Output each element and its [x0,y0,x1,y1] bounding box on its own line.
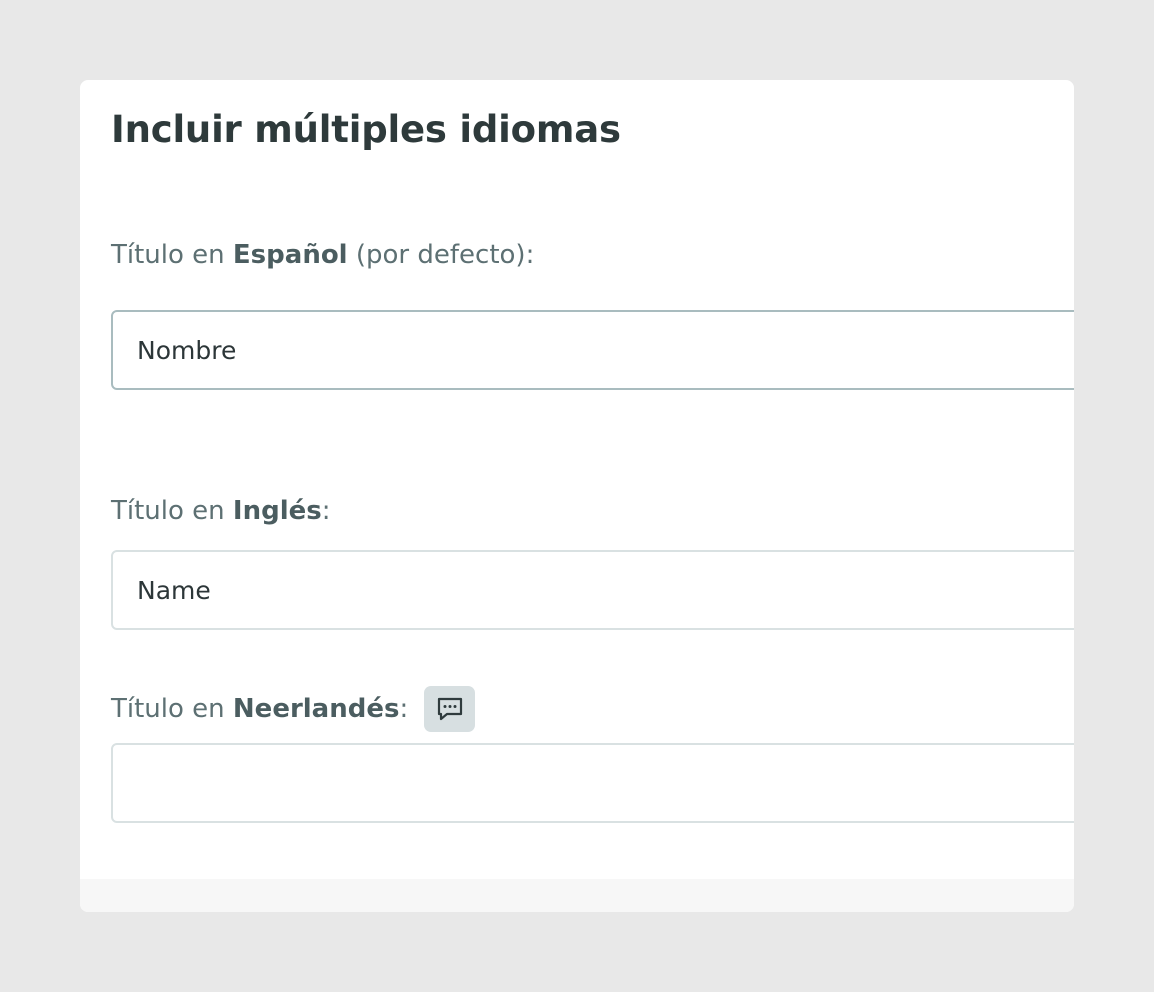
english-title-input[interactable] [111,550,1074,630]
english-label-prefix: Título en [111,496,233,526]
comment-dots-icon [437,697,462,721]
spanish-title-label: Título en Español (por defecto): [111,238,534,272]
english-language-name: Inglés [232,496,322,526]
dutch-label-prefix: Título en [111,694,233,724]
english-label-suffix: : [321,496,331,526]
comment-button[interactable] [424,686,476,732]
card-title: Incluir múltiples idiomas [111,108,621,151]
spanish-label-suffix: (por defecto): [347,240,535,270]
spanish-title-input[interactable] [111,310,1074,390]
card-footer [80,879,1074,912]
dutch-label-suffix: : [399,694,409,724]
dutch-title-label: Título en Neerlandés: [111,686,476,732]
spanish-language-name: Español [232,240,348,270]
dutch-language-name: Neerlandés [232,694,400,724]
dutch-title-input[interactable] [111,743,1074,823]
english-title-label: Título en Inglés: [111,494,331,528]
spanish-label-prefix: Título en [111,240,233,270]
multi-language-card: Incluir múltiples idiomas Título en Espa… [80,80,1074,912]
